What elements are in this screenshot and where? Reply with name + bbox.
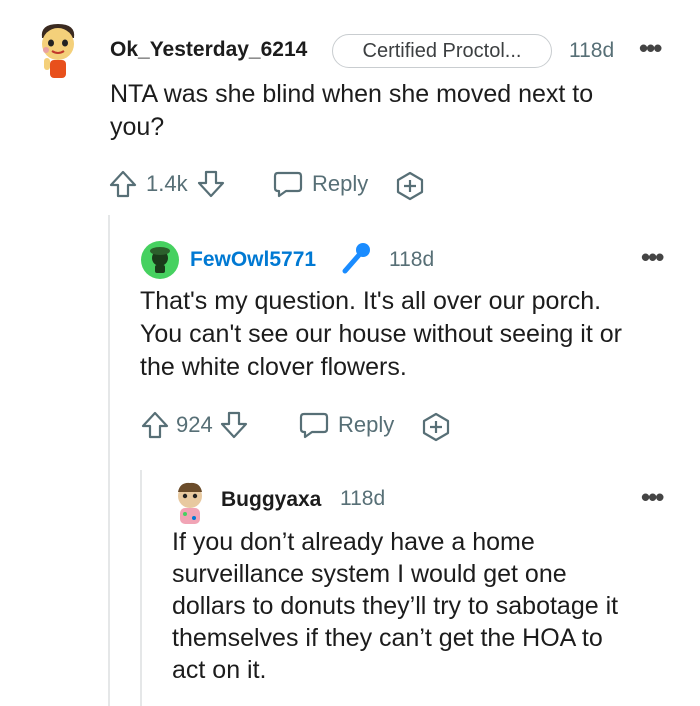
comment-3: Buggyaxa 118d ••• If you don’t already h… [0,470,700,706]
comment-bubble-icon [272,169,304,199]
comment-body: If you don’t already have a home surveil… [172,526,692,686]
avatar[interactable] [170,480,210,526]
vote-count: 1.4k [146,171,188,196]
vote-controls: 1.4k [108,169,226,199]
upvote-icon[interactable] [140,410,170,440]
comment-body-line: themselves if they can’t get the HOA to [172,624,603,652]
comment-1: Ok_Yesterday_6214 Certified Proctol... 1… [0,0,700,215]
more-options-icon[interactable]: ••• [641,484,664,510]
comment-body-line: NTA was she blind when she moved next to [110,80,594,108]
username[interactable]: Buggyaxa [221,488,321,512]
comment-body-line: You can't see our house without seeing i… [140,320,622,348]
downvote-icon[interactable] [196,169,226,199]
comment-2: FewOwl5771 118d ••• That's my question. … [0,215,700,470]
comment-body-line: act on it. [172,656,267,684]
comment-bubble-icon [298,410,330,440]
upvote-icon[interactable] [108,169,138,199]
comment-body: NTA was she blind when she moved next to… [110,78,670,144]
comment-age: 118d [389,248,435,271]
comment-body-line: you? [110,113,165,141]
reply-button[interactable]: Reply [298,410,394,440]
microphone-icon [340,241,376,275]
username[interactable]: FewOwl5771 [190,248,316,272]
comment-body: That's my question. It's all over our po… [140,285,685,384]
comment-age: 118d [340,487,386,510]
award-icon[interactable] [394,170,426,202]
user-flair: Certified Proctol... [332,34,552,68]
comment-body-line: surveillance system I would get one [172,560,567,588]
award-icon[interactable] [420,411,452,443]
comment-body-line: the white clover flowers. [140,353,407,381]
vote-controls: 924 [140,410,249,440]
reply-label: Reply [312,171,369,196]
vote-count: 924 [176,412,213,437]
more-options-icon[interactable]: ••• [641,244,664,270]
username[interactable]: Ok_Yesterday_6214 [110,38,307,62]
avatar[interactable] [140,240,180,280]
comment-age: 118d [569,39,615,62]
reply-label: Reply [338,412,395,437]
comment-body-line: If you don’t already have a home [172,528,535,556]
downvote-icon[interactable] [219,410,249,440]
comment-body-line: That's my question. It's all over our po… [140,287,602,315]
comment-body-line: dollars to donuts they’ll try to sabotag… [172,592,619,620]
more-options-icon[interactable]: ••• [639,35,662,61]
avatar[interactable] [32,20,84,80]
reply-button[interactable]: Reply [272,169,368,199]
